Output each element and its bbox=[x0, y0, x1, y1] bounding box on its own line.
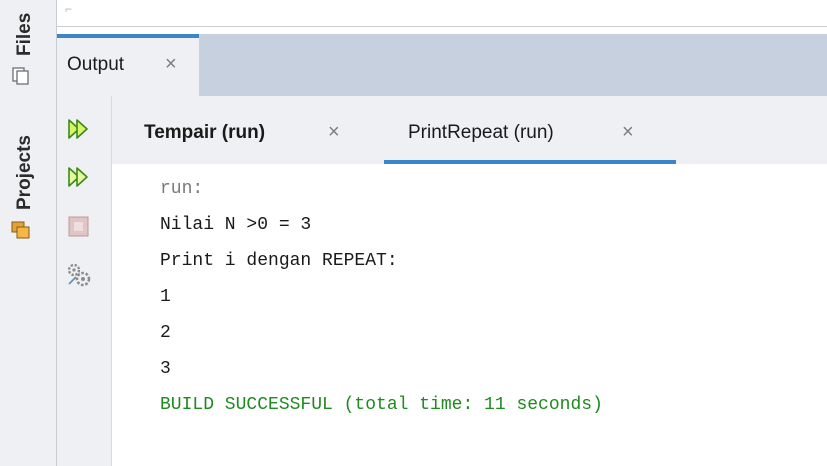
console-line-build-status: BUILD SUCCESSFUL (total time: 11 seconds… bbox=[160, 395, 603, 415]
tab-tempair-run[interactable]: Tempair (run) × bbox=[112, 96, 384, 164]
rerun-icon[interactable] bbox=[66, 116, 92, 142]
console-line-input: Nilai N >0 = 3 bbox=[160, 215, 312, 235]
side-panel-strip: Files Projects bbox=[0, 0, 57, 466]
projects-icon bbox=[11, 221, 30, 239]
tab-printrepeat-run-label: PrintRepeat (run) bbox=[408, 122, 554, 143]
tab-printrepeat-run-close-icon[interactable]: × bbox=[622, 121, 634, 144]
corner-glyph: ⌐ bbox=[65, 2, 73, 16]
console-line-value-1: 1 bbox=[160, 287, 171, 307]
console-line-header: Print i dengan REPEAT: bbox=[160, 251, 398, 271]
console-output[interactable]: run: Nilai N >0 = 3 Print i dengan REPEA… bbox=[112, 164, 827, 466]
editor-top-strip: ⌐ bbox=[57, 0, 827, 27]
files-icon bbox=[12, 67, 29, 85]
tab-output-label: Output bbox=[67, 54, 125, 75]
settings-icon[interactable] bbox=[66, 262, 92, 288]
rerun-with-args-icon[interactable] bbox=[66, 164, 92, 190]
sidebar-tab-projects-label: Projects bbox=[14, 135, 35, 210]
tab-output[interactable]: Output × bbox=[57, 34, 199, 96]
tab-tempair-run-close-icon[interactable]: × bbox=[328, 121, 340, 144]
console-line-value-3: 3 bbox=[160, 359, 171, 379]
console-line-run: run: bbox=[160, 179, 204, 199]
tab-output-close-icon[interactable]: × bbox=[165, 53, 177, 76]
output-window-header: Output × bbox=[57, 34, 827, 96]
sidebar-tab-files-label: Files bbox=[14, 12, 35, 56]
output-controls-column bbox=[57, 96, 112, 466]
run-tabs-row: Tempair (run) × PrintRepeat (run) × bbox=[112, 96, 827, 164]
console-line-value-2: 2 bbox=[160, 323, 171, 343]
netbeans-ide-window: Files Projects ⌐ Output × Tempair (run) … bbox=[0, 0, 827, 466]
sidebar-tab-files[interactable]: Files bbox=[0, 0, 56, 60]
sidebar-tab-projects[interactable]: Projects bbox=[0, 110, 56, 220]
tab-tempair-run-label: Tempair (run) bbox=[144, 122, 266, 143]
tab-printrepeat-run[interactable]: PrintRepeat (run) × bbox=[384, 96, 676, 164]
stop-icon[interactable] bbox=[66, 214, 92, 240]
